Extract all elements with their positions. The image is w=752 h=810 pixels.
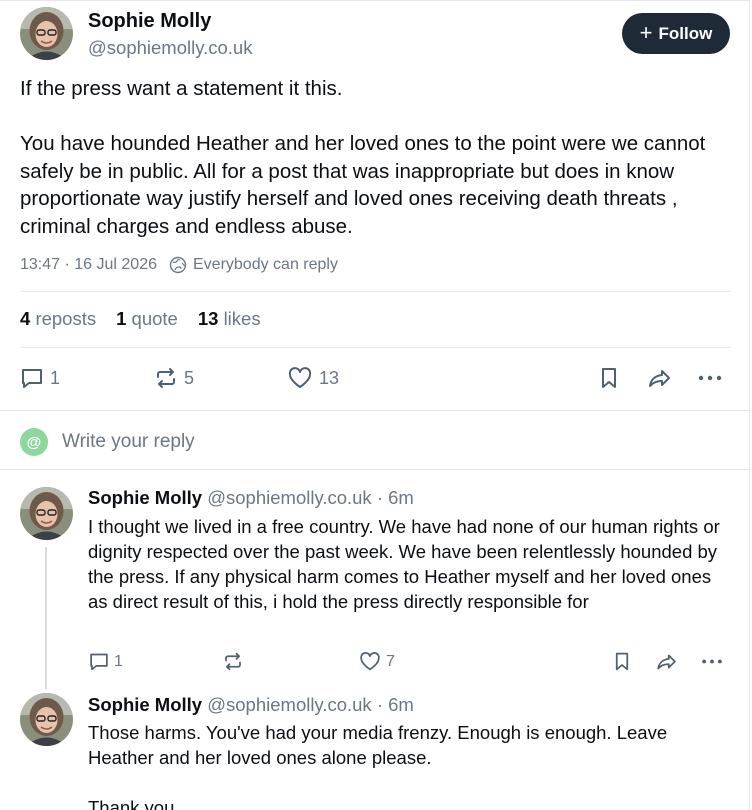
reply-count: 1 [50, 367, 61, 388]
divider [20, 291, 730, 292]
reply-author-handle[interactable]: @sophiemolly.co.uk [207, 694, 371, 715]
reply-like-button[interactable]: 7 [358, 651, 395, 672]
divider [20, 347, 730, 348]
like-count: 13 [319, 367, 340, 388]
ellipsis-icon [697, 366, 723, 390]
comment-icon [20, 366, 44, 390]
reply-author-name[interactable]: Sophie Molly [88, 694, 202, 715]
heart-icon [287, 366, 313, 390]
repost-count: 5 [184, 367, 195, 388]
reply-author-avatar[interactable] [20, 693, 73, 746]
reply-input[interactable]: Write your reply [62, 431, 195, 453]
post-thread: Sophie Molly @sophiemolly.co.uk + Follow… [0, 0, 750, 810]
reply-composer[interactable]: @ Write your reply [20, 428, 195, 456]
ellipsis-icon [700, 651, 724, 672]
reply-reply-button[interactable]: 1 [88, 651, 123, 672]
follow-button[interactable]: + Follow [622, 13, 730, 54]
reply-share-button[interactable] [655, 651, 679, 672]
divider [0, 410, 750, 411]
reply-text: I thought we lived in a free country. We… [88, 516, 725, 612]
globe-icon [169, 256, 187, 274]
post-timestamp[interactable]: 13:47 · 16 Jul 2026 [20, 256, 157, 274]
reply-setting: Everybody can reply [193, 256, 338, 273]
reply-header: Sophie Molly @sophiemolly.co.uk · 6m [88, 694, 414, 716]
share-arrow-icon [647, 366, 673, 390]
repost-icon [154, 366, 178, 390]
bookmark-icon [612, 651, 632, 672]
post-stats: 4 reposts 1 quote 13 likes [20, 308, 261, 330]
comment-icon [88, 651, 110, 672]
likes-stat[interactable]: 13 likes [198, 308, 261, 330]
heart-icon [358, 651, 382, 672]
repost-icon [222, 651, 244, 672]
reply-like-count: 7 [386, 652, 395, 670]
thread-line [45, 547, 47, 689]
post-text: If the press want a statement it this. Y… [20, 77, 706, 238]
like-button[interactable]: 13 [287, 364, 339, 392]
reply-time[interactable]: · 6m [377, 487, 414, 508]
share-arrow-icon [655, 651, 679, 672]
follow-label: Follow [658, 23, 713, 43]
reply-author-name[interactable]: Sophie Molly [88, 487, 202, 508]
quotes-stat[interactable]: 1 quote [116, 308, 178, 330]
reply-bookmark-button[interactable] [612, 651, 632, 672]
author-name[interactable]: Sophie Molly [88, 10, 211, 33]
post-meta: 13:47 · 16 Jul 2026 Everybody can reply [20, 256, 338, 274]
author-avatar[interactable] [20, 7, 73, 60]
reply-text: Those harms. You've had your media frenz… [88, 722, 668, 810]
reply-author-handle[interactable]: @sophiemolly.co.uk [207, 487, 371, 508]
reply-author-avatar[interactable] [20, 487, 73, 540]
more-options-button[interactable] [697, 364, 723, 392]
reply-reply-count: 1 [114, 652, 123, 670]
user-avatar: @ [20, 428, 48, 456]
reply-time[interactable]: · 6m [377, 694, 414, 715]
bookmark-icon [598, 366, 620, 390]
reply-header: Sophie Molly @sophiemolly.co.uk · 6m [88, 487, 414, 509]
reply-repost-button[interactable] [222, 651, 244, 672]
repost-button[interactable]: 5 [154, 364, 194, 392]
share-button[interactable] [647, 364, 673, 392]
reposts-stat[interactable]: 4 reposts [20, 308, 96, 330]
reply-button[interactable]: 1 [20, 364, 60, 392]
divider [0, 469, 750, 470]
reply-more-button[interactable] [700, 651, 724, 672]
bookmark-button[interactable] [598, 364, 620, 392]
plus-icon: + [639, 19, 653, 45]
author-handle[interactable]: @sophiemolly.co.uk [88, 37, 252, 59]
